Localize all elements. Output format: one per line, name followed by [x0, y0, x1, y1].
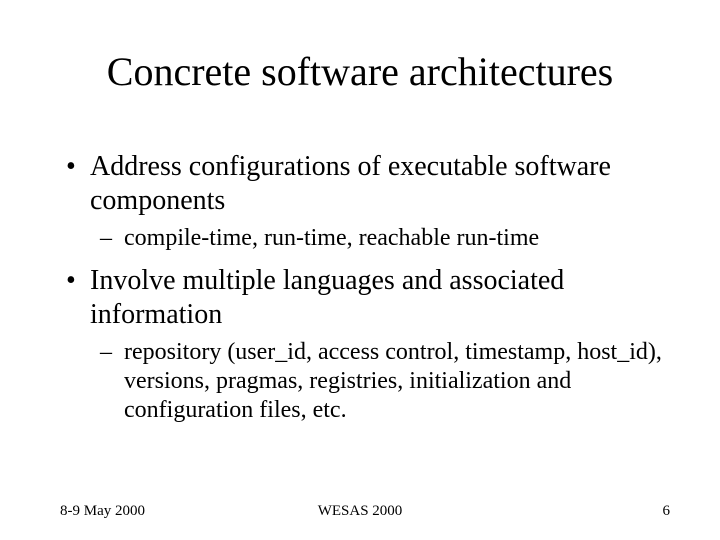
dash-icon: –	[100, 338, 112, 367]
bullet-item: • Address configurations of executable s…	[60, 150, 670, 218]
sub-bullet-text: compile-time, run-time, reachable run-ti…	[124, 225, 539, 251]
footer-event: WESAS 2000	[0, 503, 720, 520]
sub-bullet-item: – compile-time, run-time, reachable run-…	[60, 224, 670, 253]
bullet-text: Address configurations of executable sof…	[90, 151, 611, 216]
slide-body: • Address configurations of executable s…	[60, 150, 670, 436]
bullet-text: Involve multiple languages and associate…	[90, 265, 564, 330]
dash-icon: –	[100, 224, 112, 253]
sub-bullet-item: – repository (user_id, access control, t…	[60, 338, 670, 426]
footer-page-number: 6	[663, 503, 671, 520]
slide-title: Concrete software architectures	[0, 48, 720, 95]
bullet-dot-icon: •	[66, 264, 76, 298]
bullet-dot-icon: •	[66, 150, 76, 184]
sub-bullet-text: repository (user_id, access control, tim…	[124, 339, 662, 424]
slide: Concrete software architectures • Addres…	[0, 0, 720, 540]
bullet-item: • Involve multiple languages and associa…	[60, 264, 670, 332]
